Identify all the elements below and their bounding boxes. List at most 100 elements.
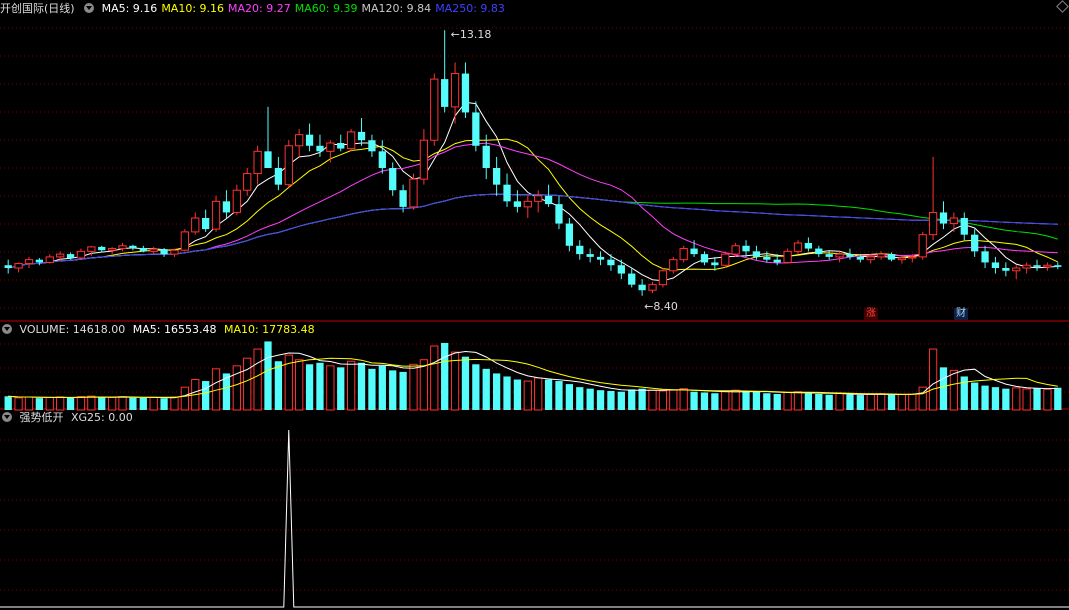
candle-body — [981, 251, 989, 263]
candle-body — [783, 250, 792, 263]
volume-bar — [700, 392, 709, 410]
candle-body — [472, 112, 480, 146]
candle-body — [825, 254, 833, 257]
candle-body — [107, 248, 117, 251]
candle-body — [232, 189, 241, 213]
candle-body — [773, 259, 781, 263]
candle-body — [752, 251, 761, 257]
candle-body — [1002, 268, 1010, 271]
indicator-value: XG25: 0.00 — [71, 411, 133, 424]
candle-body — [389, 168, 397, 191]
volume-bar — [24, 396, 34, 411]
ma250-line — [8, 193, 1058, 269]
candle-body — [742, 245, 750, 252]
volume-bar — [617, 391, 625, 410]
volume-bar — [202, 381, 210, 410]
indicator-header: 强势低开 XG25: 0.00 — [0, 411, 137, 425]
stock-name: 开创国际(日线) — [0, 2, 75, 15]
candle-body — [326, 142, 335, 152]
volume-bar — [721, 391, 730, 411]
dropdown-icon[interactable] — [2, 412, 12, 422]
volume-bar — [1012, 387, 1021, 411]
dropdown-icon[interactable] — [2, 324, 12, 334]
candle-body — [648, 284, 657, 291]
candle-body — [139, 248, 147, 252]
stock-chart: ←13.18 ←8.40 — [0, 27, 1069, 608]
candle-body — [721, 253, 730, 266]
candle-body — [211, 200, 221, 230]
candle-body — [35, 259, 44, 263]
volume-bar — [877, 393, 886, 411]
candle-body — [284, 145, 293, 186]
candle-body — [628, 273, 636, 285]
candle-body — [503, 184, 511, 202]
badge-cai[interactable]: 财 — [954, 308, 968, 320]
candle-body — [971, 234, 979, 252]
volume-bar — [928, 348, 938, 411]
ma-legend-item: MA5: 9.16 — [101, 2, 158, 15]
volume-bar — [264, 341, 272, 410]
volume-bar — [326, 365, 335, 411]
candle-body — [690, 248, 698, 255]
volume-bar — [825, 394, 833, 410]
candle-body — [357, 131, 366, 141]
volume-bar — [835, 393, 844, 411]
volume-bar — [1043, 388, 1052, 411]
volume-bar — [523, 380, 532, 411]
candle-body — [638, 284, 646, 291]
volume-bar — [253, 348, 262, 411]
candle-body — [87, 246, 96, 252]
candle-body — [918, 234, 927, 258]
candle-body — [399, 190, 407, 207]
candle-body — [129, 245, 137, 248]
volume-bar — [648, 389, 657, 411]
volume-bar — [160, 398, 168, 410]
volume-bar — [773, 394, 781, 410]
volume-bar — [586, 388, 594, 410]
volume-bar — [503, 376, 511, 410]
high-label: ←13.18 — [451, 28, 492, 41]
volume-bar — [98, 397, 106, 410]
volume-bar — [981, 385, 989, 410]
candle-body — [877, 253, 886, 258]
candle-body — [991, 262, 1000, 268]
volume-bar — [305, 364, 314, 410]
volume-bar — [804, 393, 813, 410]
candle-body — [658, 270, 668, 286]
volume-bar — [815, 394, 823, 410]
volume-bar — [56, 396, 65, 411]
candle-body — [804, 243, 813, 249]
volume-bar — [555, 381, 563, 410]
candle-body — [1022, 264, 1031, 269]
dropdown-icon[interactable] — [84, 3, 95, 13]
candle-body — [596, 256, 605, 260]
ma-legend-item: MA120: 9.84 — [361, 2, 432, 15]
volume-bar — [711, 393, 719, 410]
volume-bar — [274, 361, 283, 410]
volume-bar — [170, 396, 179, 411]
volume-bar — [1022, 388, 1031, 411]
candle-body — [170, 249, 179, 255]
candle-body — [430, 78, 439, 141]
volume-bar — [939, 367, 948, 410]
candle-body — [949, 217, 959, 225]
volume-bar — [1033, 388, 1041, 410]
volume-bar — [180, 386, 190, 411]
candle-body — [928, 211, 938, 236]
candle-body — [316, 145, 324, 152]
candle-body — [66, 254, 75, 258]
volume-bar — [87, 395, 96, 411]
candle-body — [607, 259, 615, 266]
candle-body — [305, 134, 314, 146]
low-label: ←8.40 — [644, 300, 678, 313]
volume-bar — [441, 342, 449, 410]
volume-bar — [793, 391, 803, 411]
candle-body — [482, 145, 490, 168]
volume-bar — [991, 387, 1000, 410]
ma-legend-item: MA60: 9.39 — [294, 2, 358, 15]
candle-body — [763, 256, 771, 260]
volume-bar — [45, 397, 54, 411]
volume-bar — [658, 390, 668, 411]
badge-zhang[interactable]: 涨 — [864, 308, 878, 320]
candle-body — [441, 79, 449, 107]
